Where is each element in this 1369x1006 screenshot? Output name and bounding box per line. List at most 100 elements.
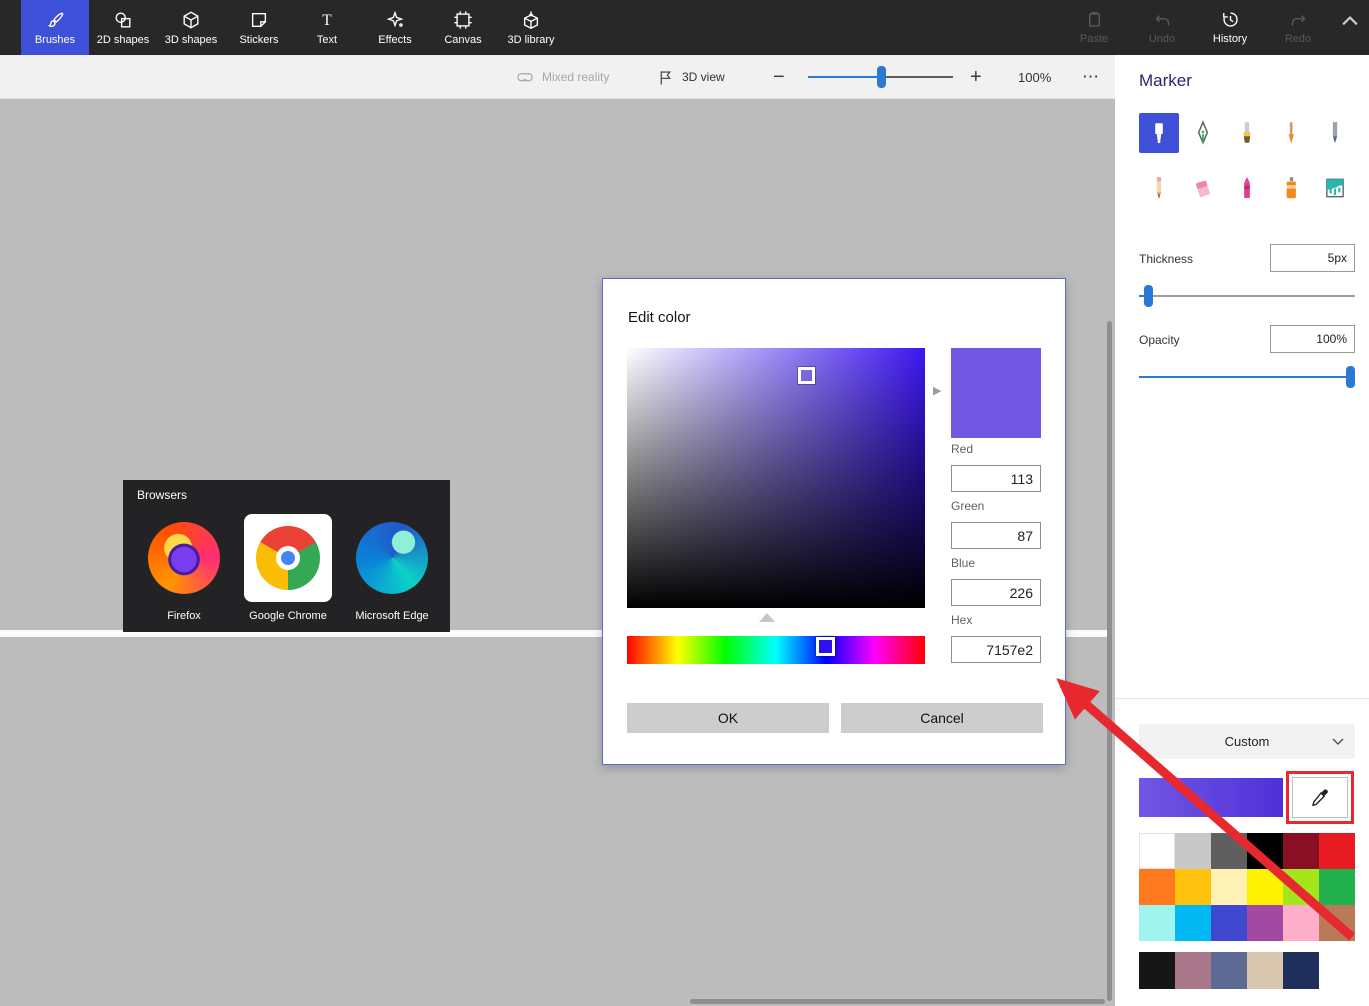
2d-shapes-icon [113,10,133,30]
browsers-apps-row: Firefox Google Chrome Microsoft Edge [139,514,437,622]
edge-icon [348,514,436,602]
zoom-in-glyph: + [970,65,982,88]
palette-swatch[interactable] [1139,833,1175,869]
zoom-level-value[interactable]: 100% [1018,55,1051,99]
green-label: Green [951,499,985,513]
saturation-field[interactable] [627,348,925,608]
mixed-reality-button[interactable]: Mixed reality [516,55,609,99]
palette-swatch[interactable] [1247,869,1283,905]
palette-swatch[interactable] [1247,833,1283,869]
hex-input[interactable] [951,636,1041,663]
palette-swatch[interactable] [1139,869,1175,905]
palette-swatch[interactable] [1319,869,1355,905]
brush-pencil[interactable] [1139,168,1179,208]
brush-fill[interactable] [1315,168,1355,208]
zoom-slider-thumb[interactable] [876,66,886,88]
palette-swatch[interactable] [1283,833,1319,869]
eyedropper-icon [1312,788,1328,806]
tab-2d-shapes[interactable]: 2D shapes [89,0,157,55]
hue-selector[interactable] [816,637,835,656]
action-label: History [1212,33,1248,45]
cancel-button[interactable]: Cancel [841,703,1043,733]
opacity-slider[interactable] [1139,366,1355,388]
tab-stickers[interactable]: Stickers [225,0,293,55]
zoom-slider[interactable] [808,66,953,88]
app-tile-edge: Microsoft Edge [347,514,437,622]
vertical-scrollbar[interactable] [1107,321,1112,1001]
palette-swatch[interactable] [1283,869,1319,905]
tab-canvas[interactable]: Canvas [429,0,497,55]
palette-swatch[interactable] [1139,952,1175,989]
brush-oil-brush[interactable] [1227,113,1267,153]
hue-bar[interactable] [627,636,925,664]
tab-3d-shapes[interactable]: 3D shapes [157,0,225,55]
palette-swatch[interactable] [1139,905,1175,941]
action-label: Redo [1284,33,1312,45]
palette-swatch[interactable] [1175,869,1211,905]
thickness-track [1139,295,1355,297]
tool-tabs: Brushes 2D shapes 3D shapes Stickers T T… [21,0,565,55]
brush-eraser[interactable] [1183,168,1223,208]
palette-swatch[interactable] [1175,833,1211,869]
custom-color-bar[interactable] [1139,778,1283,817]
palette-swatch[interactable] [1211,952,1247,989]
eyedropper-button[interactable] [1292,777,1348,818]
app-label: Microsoft Edge [355,610,429,622]
history-button[interactable]: History [1196,0,1264,55]
thickness-input[interactable] [1270,244,1355,272]
horizontal-scrollbar[interactable] [690,999,1105,1004]
fill-bucket-icon [1326,178,1344,198]
brush-crayon[interactable] [1227,168,1267,208]
saturation-selector[interactable] [797,366,816,385]
palette-swatch[interactable] [1175,905,1211,941]
mixed-reality-icon [517,73,533,82]
thickness-thumb[interactable] [1144,285,1153,307]
palette-swatch[interactable] [1211,869,1247,905]
zoom-out-button[interactable]: − [773,55,785,99]
zoom-in-button[interactable]: + [970,55,982,99]
calligraphy-pen-icon [1197,120,1209,145]
palette-mode-dropdown[interactable]: Custom [1139,724,1355,759]
palette-swatch[interactable] [1247,952,1283,989]
brush-spray-can[interactable] [1271,168,1311,208]
crayon-icon [1244,177,1250,198]
paste-button[interactable]: Paste [1060,0,1128,55]
palette-swatch[interactable] [1283,952,1319,989]
chevron-up-icon [1342,15,1358,26]
thickness-slider[interactable] [1139,285,1355,307]
tab-3d-library[interactable]: 3D library [497,0,565,55]
brush-grid [1139,113,1359,208]
redo-button[interactable]: Redo [1264,0,1332,55]
pencil-icon [1156,177,1162,199]
brush-marker[interactable] [1139,113,1179,153]
tab-text[interactable]: T Text [293,0,361,55]
brush-icon [45,10,65,30]
tab-label: Brushes [34,33,76,46]
palette-swatch[interactable] [1211,833,1247,869]
tab-effects[interactable]: Effects [361,0,429,55]
palette-swatch[interactable] [1319,833,1355,869]
palette-swatch[interactable] [1211,905,1247,941]
browsers-panel-title: Browsers [137,488,188,502]
top-toolbar: Brushes 2D shapes 3D shapes Stickers T T… [0,0,1369,55]
brush-watercolor[interactable] [1271,113,1311,153]
palette-swatch[interactable] [1319,905,1355,941]
palette-swatch[interactable] [1247,905,1283,941]
ok-button[interactable]: OK [627,703,829,733]
3d-view-button[interactable]: 3D view [657,55,725,99]
green-input[interactable] [951,522,1041,549]
opacity-thumb[interactable] [1346,366,1355,388]
more-options-button[interactable]: ⋯ [1082,55,1100,99]
opacity-input[interactable] [1270,325,1355,353]
collapse-ribbon-button[interactable] [1339,12,1361,30]
tab-brushes[interactable]: Brushes [21,0,89,55]
undo-button[interactable]: Undo [1128,0,1196,55]
opacity-label: Opacity [1139,333,1180,347]
red-input[interactable] [951,465,1041,492]
brush-pixel-pen[interactable] [1315,113,1355,153]
palette-swatch[interactable] [1283,905,1319,941]
palette-swatch[interactable] [1175,952,1211,989]
spray-can-icon [1286,177,1296,199]
blue-input[interactable] [951,579,1041,606]
brush-calligraphy-pen[interactable] [1183,113,1223,153]
